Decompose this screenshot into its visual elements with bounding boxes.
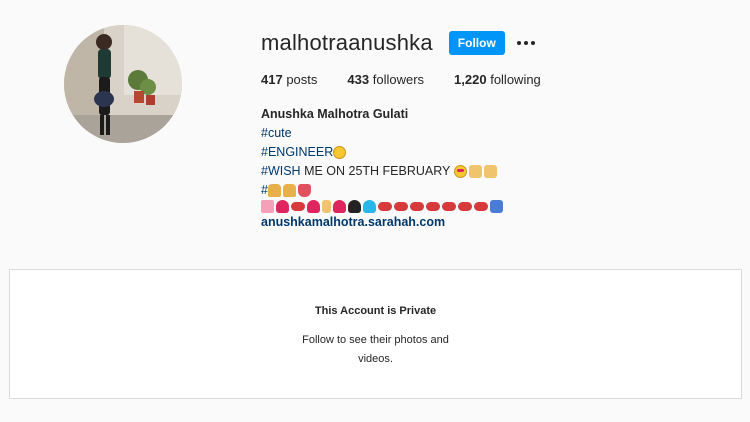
wish-text: ME ON 25TH FEBRUARY — [300, 164, 454, 178]
fist-bump-emoji-icon — [490, 200, 503, 213]
follow-button[interactable]: Follow — [448, 31, 505, 55]
more-options-icon[interactable] — [516, 38, 535, 48]
hashtag-engineer[interactable]: #ENGINEER — [261, 143, 333, 162]
lips-emoji-icon — [474, 202, 488, 211]
profile-stats: 417 posts 433 followers 1,220 following — [261, 72, 571, 87]
lips-emoji-icon — [291, 202, 305, 211]
red-heart-emoji-icon — [276, 200, 289, 213]
lips-emoji-icon — [410, 202, 424, 211]
hashtag-wish[interactable]: #WISH — [261, 162, 301, 181]
profile-avatar[interactable] — [64, 25, 182, 143]
private-account-notice: This Account is Private Follow to see th… — [9, 269, 742, 399]
hashtag-cute[interactable]: #cute — [261, 124, 292, 143]
full-name: Anushka Malhotra Gulati — [261, 107, 409, 121]
posts-label: posts — [286, 72, 318, 87]
following-count: 1,220 — [454, 72, 487, 87]
username: malhotraanushka — [261, 30, 433, 55]
profile-bio: Anushka Malhotra Gulati #cute #ENGINEER … — [261, 105, 505, 232]
red-heart-emoji-icon — [307, 200, 320, 213]
private-message: Follow to see their photos and videos. — [302, 334, 449, 365]
lips-emoji-icon — [378, 202, 392, 211]
hashtag-empty[interactable]: # — [261, 181, 268, 200]
followers-stat[interactable]: 433 followers — [347, 72, 424, 87]
followers-label: followers — [372, 72, 425, 87]
followers-count: 433 — [347, 72, 370, 87]
cake-emoji-icon — [483, 165, 497, 178]
posts-stat: 417 posts — [261, 72, 317, 87]
blue-heart-emoji-icon — [363, 200, 376, 213]
lips-emoji-icon — [458, 202, 472, 211]
avatar-photo — [64, 25, 182, 143]
bio-website-link[interactable]: anushkamalhotra.sarahah.com — [261, 213, 445, 232]
lips-emoji-icon — [442, 202, 456, 211]
tongue-emoji-icon — [297, 184, 311, 197]
red-heart-emoji-icon — [333, 200, 346, 213]
lips-emoji-icon — [394, 202, 408, 211]
hands-emoji-icon — [468, 165, 482, 178]
posts-count: 417 — [261, 72, 283, 87]
private-title: This Account is Private — [314, 305, 437, 317]
girl-emoji-icon — [282, 184, 296, 197]
princess-emoji-icon — [267, 184, 281, 197]
following-label: following — [490, 72, 541, 87]
peace-hand-emoji-icon — [322, 200, 331, 213]
profile-header: malhotraanushka Follow 417 posts 433 fol… — [0, 0, 750, 260]
username-row: malhotraanushka Follow — [261, 28, 535, 58]
heart-decoration-emoji-icon — [261, 200, 274, 213]
emoji-row — [261, 200, 505, 213]
following-stat[interactable]: 1,220 following — [454, 72, 541, 87]
lips-emoji-icon — [426, 202, 440, 211]
heart-eyes-emoji-icon — [453, 165, 467, 178]
grinning-face-emoji-icon — [333, 146, 347, 159]
black-heart-emoji-icon — [348, 200, 361, 213]
